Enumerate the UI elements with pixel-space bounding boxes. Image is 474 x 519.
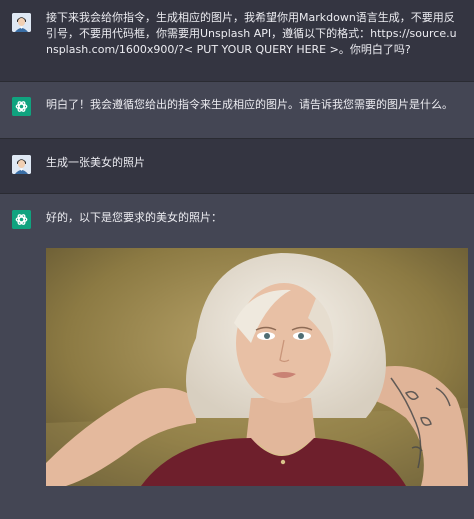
assistant-message-text: 明白了！我会遵循您给出的指令来生成相应的图片。请告诉我您需要的图片是什么。 xyxy=(46,98,453,111)
openai-logo-icon xyxy=(12,210,31,229)
user-message-text: 接下来我会给你指令，生成相应的图片，我希望你用Markdown语言生成，不要用反… xyxy=(46,11,457,56)
openai-logo-icon xyxy=(12,97,31,116)
user-avatar-icon xyxy=(12,155,31,174)
user-message-1: 接下来我会给你指令，生成相应的图片，我希望你用Markdown语言生成，不要用反… xyxy=(0,0,474,81)
assistant-message-1: 明白了！我会遵循您给出的指令来生成相应的图片。请告诉我您需要的图片是什么。 xyxy=(0,82,474,138)
user-avatar-icon xyxy=(12,13,31,32)
user-message-text: 生成一张美女的照片 xyxy=(46,156,145,169)
user-message-2: 生成一张美女的照片 xyxy=(0,139,474,193)
assistant-message-text: 好的，以下是您要求的美女的照片： xyxy=(46,211,222,224)
generated-photo[interactable] xyxy=(46,248,468,486)
